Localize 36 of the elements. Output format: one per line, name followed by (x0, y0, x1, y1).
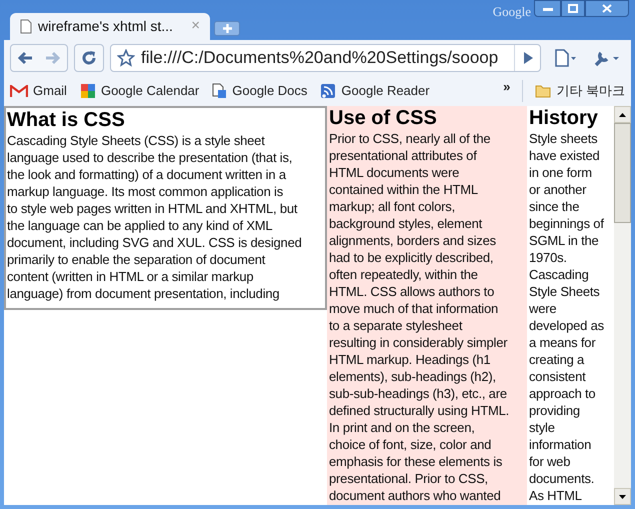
section-paragraph: Cascading Style Sheets (CSS) is a style sheet language used to describe the presentation (that is, the look and formatting) of a document written in a markup language. Its most common application is to style web pages written in HTML and XHTML, but the language can be applied to any kind of XML document, including SVG and XUL. CSS is designed primarily to enable the separation of document content (written in HTML or a similar markup language) from document presentation, including (7, 132, 303, 302)
star-icon[interactable] (117, 49, 135, 67)
scroll-thumb[interactable] (614, 123, 631, 223)
scroll-down-icon[interactable] (614, 488, 631, 505)
bookmark[interactable]: Google Calendar (80, 81, 200, 101)
brand-text: Google (492, 3, 531, 21)
document-icon (212, 83, 228, 99)
close-icon (602, 4, 612, 13)
calendar-icon (80, 83, 96, 99)
minimize-button[interactable] (534, 0, 561, 17)
tab[interactable]: wireframe's xhtml st... × (10, 13, 210, 40)
mail-icon (10, 84, 28, 98)
tab-title: wireframe's xhtml st... (38, 17, 174, 36)
section-heading: What is CSS (7, 108, 126, 132)
other-bookmarks-button[interactable]: 기타 북마크 (535, 81, 625, 101)
section-paragraph: Style sheets have existed in one form or another since the beginnings of SGML in the 1970s. Cascading Style Sheets were developed as a means for creating a consistent approach to providing style information for web documents. As HTML (529, 130, 605, 504)
maximize-icon (568, 4, 578, 13)
reload-icon[interactable] (74, 44, 104, 72)
close-button[interactable] (585, 0, 629, 17)
bookmark[interactable]: Google Docs (212, 81, 308, 101)
bookmark[interactable]: Gmail (10, 81, 67, 101)
maximize-button[interactable] (561, 0, 585, 17)
scroll-up-icon[interactable] (614, 106, 631, 123)
feed-icon (320, 83, 336, 99)
section-heading: Use of CSS (329, 106, 438, 130)
plus-icon (222, 24, 232, 33)
new-tab-button[interactable] (214, 21, 240, 36)
section-heading: History (529, 106, 599, 130)
address-bar[interactable]: file:///C:/Documents%20and%20Settings/sooop (110, 44, 541, 72)
bookmarks-overflow-button[interactable]: » (503, 77, 510, 97)
bookmark[interactable]: Google Reader (320, 81, 430, 101)
minimize-icon (542, 6, 552, 10)
folder-icon (535, 84, 552, 98)
section-paragraph: Prior to CSS, nearly all of the presentational attributes of HTML documents were contained within the HTML markup; all font colors, background styles, element alignments, borders and sizes had to be explicitly described, often repeatedly, within the HTML. CSS allows authors to move much of that information to a separate stylesheet resulting in considerably simpler HTML markup. Headings (h1 elements), sub-headings (h2), sub-sub-headings (h3), etc., are defined structurally using HTML. In print and on the screen, choice of font, size, color and emphasis for these elements is presentational. Prior to CSS, document authors who wanted (329, 130, 510, 504)
scrollbar[interactable] (614, 106, 631, 505)
page-icon (20, 19, 32, 34)
